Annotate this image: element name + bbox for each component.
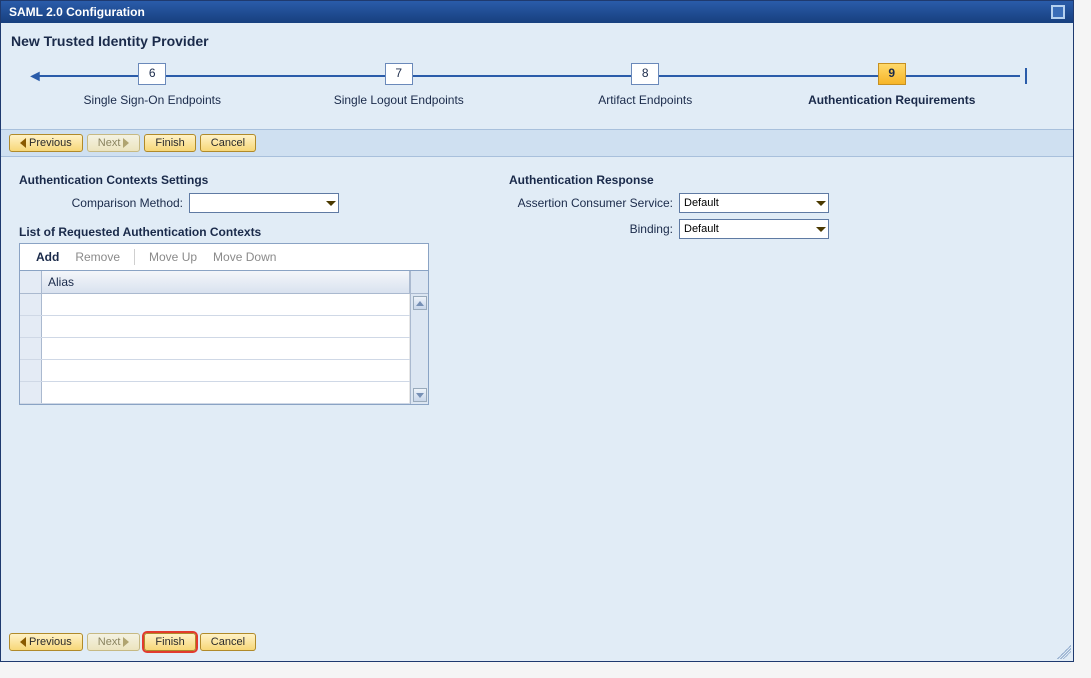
cancel-button-footer[interactable]: Cancel bbox=[200, 633, 256, 651]
roadmap-end-icon bbox=[1025, 68, 1027, 84]
grid-header-alias: Alias bbox=[42, 271, 410, 293]
wizard-step-label-7: Single Logout Endpoints bbox=[334, 93, 464, 107]
table-scrollbar[interactable] bbox=[410, 294, 428, 404]
page-title: New Trusted Identity Provider bbox=[1, 23, 1073, 53]
remove-button: Remove bbox=[69, 248, 126, 266]
wizard-step-label-9: Authentication Requirements bbox=[808, 93, 975, 107]
chevron-left-icon bbox=[20, 138, 26, 148]
finish-button-footer[interactable]: Finish bbox=[144, 633, 195, 651]
binding-label: Binding: bbox=[509, 222, 679, 236]
chevron-right-icon bbox=[123, 138, 129, 148]
wizard-step-num-9: 9 bbox=[878, 63, 906, 85]
maximize-icon[interactable] bbox=[1051, 5, 1065, 19]
wizard-step-num-8: 8 bbox=[631, 63, 659, 85]
auth-contexts-title: Authentication Contexts Settings bbox=[19, 173, 449, 187]
chevron-down-icon bbox=[326, 201, 336, 206]
dialog-header: SAML 2.0 Configuration bbox=[1, 1, 1073, 23]
previous-label: Previous bbox=[29, 636, 72, 648]
wizard-step-label-6: Single Sign-On Endpoints bbox=[84, 93, 221, 107]
acs-label: Assertion Consumer Service: bbox=[509, 196, 679, 210]
comparison-method-label: Comparison Method: bbox=[19, 196, 189, 210]
binding-select[interactable]: Default bbox=[679, 219, 829, 239]
finish-button[interactable]: Finish bbox=[144, 134, 195, 152]
wizard-step-9[interactable]: 9 Authentication Requirements bbox=[769, 63, 1016, 107]
wizard-step-label-8: Artifact Endpoints bbox=[598, 93, 692, 107]
grid-rows bbox=[20, 294, 410, 404]
chevron-down-icon bbox=[816, 227, 826, 232]
grid-header: Alias bbox=[20, 271, 428, 294]
chevron-left-icon bbox=[20, 637, 26, 647]
scroll-up-icon[interactable] bbox=[413, 296, 427, 310]
table-row[interactable] bbox=[20, 360, 410, 382]
previous-button-footer[interactable]: Previous bbox=[9, 633, 83, 651]
cancel-label: Cancel bbox=[211, 137, 245, 149]
table-row[interactable] bbox=[20, 294, 410, 316]
chevron-right-icon bbox=[123, 637, 129, 647]
previous-label: Previous bbox=[29, 137, 72, 149]
table-row[interactable] bbox=[20, 316, 410, 338]
resize-grip-icon[interactable] bbox=[1057, 645, 1071, 659]
next-label: Next bbox=[98, 137, 121, 149]
auth-contexts-column: Authentication Contexts Settings Compari… bbox=[19, 173, 449, 405]
move-up-button: Move Up bbox=[143, 248, 203, 266]
cancel-button[interactable]: Cancel bbox=[200, 134, 256, 152]
acs-select[interactable]: Default bbox=[679, 193, 829, 213]
next-button: Next bbox=[87, 134, 141, 152]
dialog-title: SAML 2.0 Configuration bbox=[9, 5, 145, 19]
add-button[interactable]: Add bbox=[30, 248, 65, 266]
saml-config-dialog: SAML 2.0 Configuration New Trusted Ident… bbox=[0, 0, 1074, 662]
auth-response-column: Authentication Response Assertion Consum… bbox=[509, 173, 939, 405]
grid-header-scroll-spacer bbox=[410, 271, 428, 293]
grid-header-rownum bbox=[20, 271, 42, 293]
bottom-button-bar: Previous Next Finish Cancel bbox=[9, 633, 256, 651]
content-area: Authentication Contexts Settings Compari… bbox=[1, 157, 1073, 421]
top-button-bar: Previous Next Finish Cancel bbox=[1, 129, 1073, 157]
binding-value: Default bbox=[684, 223, 719, 235]
wizard-step-7[interactable]: 7 Single Logout Endpoints bbox=[276, 63, 523, 107]
wizard-step-8[interactable]: 8 Artifact Endpoints bbox=[522, 63, 769, 107]
comparison-method-select[interactable] bbox=[189, 193, 339, 213]
toolbar-divider bbox=[134, 249, 135, 265]
requested-contexts-title: List of Requested Authentication Context… bbox=[19, 225, 449, 239]
next-label: Next bbox=[98, 636, 121, 648]
cancel-label: Cancel bbox=[211, 636, 245, 648]
requested-contexts-table: Add Remove Move Up Move Down Alias bbox=[19, 243, 429, 405]
finish-label: Finish bbox=[155, 636, 184, 648]
table-row[interactable] bbox=[20, 338, 410, 360]
acs-value: Default bbox=[684, 197, 719, 209]
auth-response-title: Authentication Response bbox=[509, 173, 939, 187]
table-toolbar: Add Remove Move Up Move Down bbox=[20, 244, 428, 271]
finish-label: Finish bbox=[155, 137, 184, 149]
chevron-down-icon bbox=[816, 201, 826, 206]
table-row[interactable] bbox=[20, 382, 410, 404]
wizard-roadmap: ◄ 6 Single Sign-On Endpoints 7 Single Lo… bbox=[9, 57, 1065, 117]
wizard-step-num-6: 6 bbox=[138, 63, 166, 85]
previous-button[interactable]: Previous bbox=[9, 134, 83, 152]
wizard-step-num-7: 7 bbox=[385, 63, 413, 85]
scroll-down-icon[interactable] bbox=[413, 388, 427, 402]
next-button-footer: Next bbox=[87, 633, 141, 651]
move-down-button: Move Down bbox=[207, 248, 282, 266]
wizard-step-6[interactable]: 6 Single Sign-On Endpoints bbox=[29, 63, 276, 107]
